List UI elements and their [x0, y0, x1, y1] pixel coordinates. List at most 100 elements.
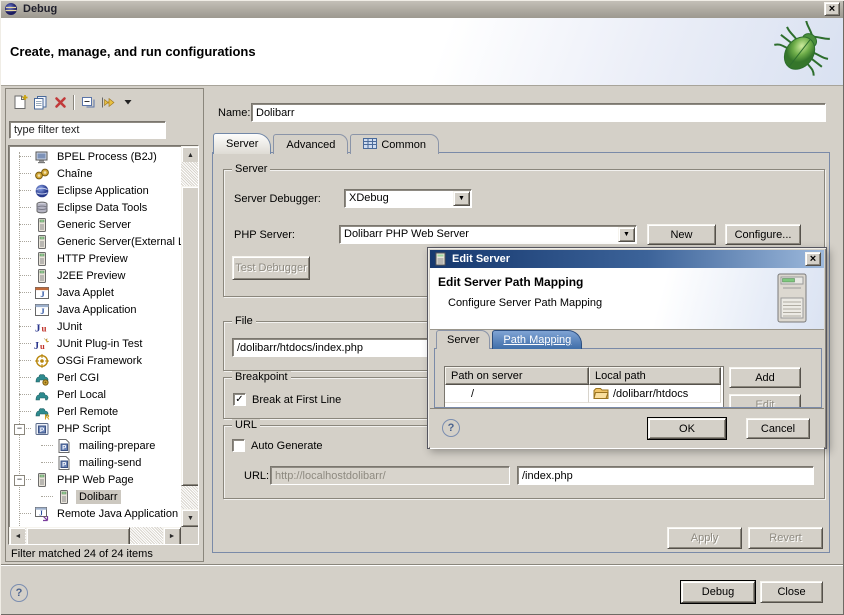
- svg-text:P: P: [40, 426, 45, 433]
- tree-item-java-applet[interactable]: J Java Applet: [9, 284, 181, 301]
- filter-configurations-button[interactable]: [98, 93, 118, 111]
- tree-item-php-script[interactable]: −PPHP Script: [9, 420, 181, 437]
- tree-expander-minus-icon[interactable]: −: [14, 424, 25, 435]
- chevron-down-icon[interactable]: ▼: [618, 227, 635, 242]
- window-java-icon: J: [34, 285, 50, 301]
- dialog-close-icon[interactable]: ×: [805, 252, 821, 266]
- camel-icon: [34, 387, 50, 403]
- apply-button[interactable]: Apply: [667, 527, 742, 549]
- tree-item-label: Java Application: [54, 303, 140, 317]
- cell-local-path[interactable]: /dolibarr/htdocs: [589, 385, 721, 403]
- chevron-down-icon[interactable]: ▼: [453, 191, 470, 206]
- tree-item-label: Chaîne: [54, 167, 95, 181]
- bug-icon: [774, 21, 830, 82]
- banner: Create, manage, and run configurations: [0, 18, 844, 86]
- server-debugger-select[interactable]: XDebug ▼: [344, 189, 472, 208]
- dialog-tab-label: Path Mapping: [503, 334, 571, 346]
- tree-item-bpel-process-b2j-[interactable]: BPEL Process (B2J): [9, 148, 181, 165]
- breakpoint-group-legend: Breakpoint: [232, 371, 291, 383]
- name-input[interactable]: [251, 103, 826, 122]
- tree-item-generic-server-external-la[interactable]: Generic Server(External La: [9, 233, 181, 250]
- php-server-select[interactable]: Dolibarr PHP Web Server ▼: [339, 225, 637, 244]
- configurations-sidebar: BPEL Process (B2J) ChaîneEclipse Applicat…: [5, 88, 204, 562]
- tree-item-perl-local[interactable]: Perl Local: [9, 386, 181, 403]
- php-server-label: PHP Server:: [234, 229, 295, 241]
- filter-menu-arrow[interactable]: [118, 93, 138, 111]
- dialog-heading: Edit Server Path Mapping: [438, 275, 583, 289]
- tree-item-junit[interactable]: JuJUnit: [9, 318, 181, 335]
- close-button[interactable]: Close: [760, 581, 823, 603]
- new-configuration-button[interactable]: [10, 93, 30, 111]
- tab-label: Common: [381, 139, 426, 151]
- tab-common[interactable]: Common: [350, 134, 439, 154]
- php-server-value: Dolibarr PHP Web Server: [344, 228, 616, 240]
- scroll-right-icon[interactable]: ►: [163, 527, 181, 545]
- tree-item-cha-ne[interactable]: Chaîne: [9, 165, 181, 182]
- folder-icon: [593, 387, 609, 400]
- eclipse-sphere-icon: [34, 183, 50, 199]
- tree-item-http-preview[interactable]: HTTP Preview: [9, 250, 181, 267]
- revert-button[interactable]: Revert: [748, 527, 823, 549]
- cell-path-on-server[interactable]: /: [445, 385, 589, 403]
- tree-item-php-web-page[interactable]: −PHP Web Page: [9, 471, 181, 488]
- tree-item-mailing-prepare[interactable]: Pmailing-prepare: [9, 437, 181, 454]
- dialog-title: Edit Server: [452, 253, 510, 265]
- tree-item-mailing-send[interactable]: Pmailing-send: [9, 454, 181, 471]
- delete-configuration-button[interactable]: [50, 93, 70, 111]
- tree-item-label: BPEL Process (B2J): [54, 150, 160, 164]
- junit-plugin-icon: Ju: [34, 336, 50, 352]
- configure-server-button[interactable]: Configure...: [725, 224, 801, 245]
- dialog-help-icon[interactable]: ?: [442, 419, 460, 437]
- dialog-tab-server[interactable]: Server: [436, 330, 490, 349]
- tree-hscrollbar[interactable]: ◄ ►: [9, 527, 181, 544]
- add-mapping-button[interactable]: Add: [729, 367, 801, 388]
- dialog-tab-path-mapping[interactable]: Path Mapping: [492, 330, 582, 349]
- tree-item-eclipse-data-tools[interactable]: Eclipse Data Tools: [9, 199, 181, 216]
- break-first-line-label: Break at First Line: [252, 394, 341, 406]
- tree-item-j2ee-preview[interactable]: J2EE Preview: [9, 267, 181, 284]
- tree-item-dolibarr[interactable]: Dolibarr: [9, 488, 181, 505]
- edit-mapping-button[interactable]: Edit: [729, 394, 801, 408]
- auto-generate-checkbox[interactable]: [232, 439, 245, 452]
- svg-text:u: u: [42, 323, 47, 333]
- hscroll-thumb[interactable]: [26, 527, 130, 545]
- tree-item-junit-plug-in-test[interactable]: JuJUnit Plug-in Test: [9, 335, 181, 352]
- duplicate-configuration-button[interactable]: [30, 93, 50, 111]
- scroll-down-icon[interactable]: ▼: [181, 509, 199, 527]
- server-debugger-value: XDebug: [349, 192, 451, 204]
- svg-text:J: J: [39, 509, 43, 517]
- tree-item-eclipse-application[interactable]: Eclipse Application: [9, 182, 181, 199]
- tree-item-remote-java-application[interactable]: JRemote Java Application: [9, 505, 181, 522]
- break-first-line-checkbox[interactable]: ✓: [233, 393, 246, 406]
- tree-item-perl-remote[interactable]: RPerl Remote: [9, 403, 181, 420]
- tree-item-label: Generic Server(External La: [54, 235, 181, 249]
- tree-item-osgi-framework[interactable]: OSGi Framework: [9, 352, 181, 369]
- banner-title: Create, manage, and run configurations: [10, 44, 256, 59]
- tree-item-perl-cgi[interactable]: Perl CGI: [9, 369, 181, 386]
- remote-java-icon: J: [34, 506, 50, 522]
- help-icon[interactable]: ?: [10, 584, 28, 602]
- tree-item-label: Java Applet: [54, 286, 117, 300]
- url-path-input[interactable]: [517, 466, 814, 485]
- server-mini-icon: [432, 251, 448, 267]
- tree-expander-minus-icon[interactable]: −: [14, 475, 25, 486]
- column-header-path-on-server[interactable]: Path on server: [445, 367, 589, 385]
- column-header-local-path[interactable]: Local path: [589, 367, 721, 385]
- cancel-button[interactable]: Cancel: [746, 418, 810, 439]
- filter-input[interactable]: [9, 121, 166, 139]
- ok-button[interactable]: OK: [648, 418, 726, 439]
- new-server-button[interactable]: New: [647, 224, 716, 245]
- tree-item-generic-server[interactable]: Generic Server: [9, 216, 181, 233]
- tab-advanced[interactable]: Advanced: [273, 134, 348, 154]
- vscroll-thumb[interactable]: [181, 186, 199, 486]
- tree-item-java-application[interactable]: JJava Application: [9, 301, 181, 318]
- tab-server[interactable]: Server: [213, 133, 271, 154]
- close-window-button[interactable]: ×: [824, 2, 840, 16]
- debug-button[interactable]: Debug: [681, 581, 755, 603]
- collapse-all-button[interactable]: [78, 93, 98, 111]
- tree-vscrollbar[interactable]: ▲ ▼: [181, 146, 198, 527]
- test-debugger-button[interactable]: Test Debugger: [232, 256, 310, 280]
- path-mapping-panel: Path on server Local path / /dolibarr/htd…: [434, 348, 822, 408]
- local-path-text: /dolibarr/htdocs: [613, 388, 688, 400]
- server-icon: [34, 268, 50, 284]
